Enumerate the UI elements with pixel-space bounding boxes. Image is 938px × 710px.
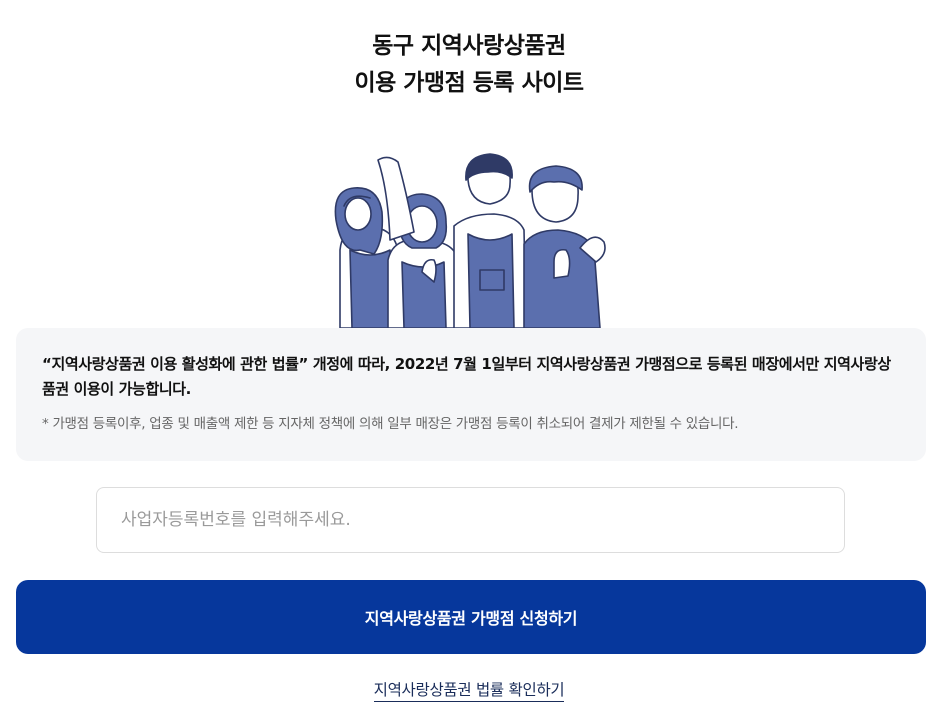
law-link-container: 지역사랑상품권 법률 확인하기 bbox=[0, 678, 938, 702]
page-title-line1: 동구 지역사랑상품권 bbox=[372, 33, 566, 59]
business-number-input[interactable] bbox=[96, 487, 845, 553]
notice-main-text: “지역사랑상품권 이용 활성화에 관한 법률” 개정에 따라, 2022년 7월… bbox=[42, 355, 891, 398]
apply-merchant-button[interactable]: 지역사랑상품권 가맹점 신청하기 bbox=[16, 580, 926, 654]
page-title: 동구 지역사랑상품권 이용 가맹점 등록 사이트 bbox=[0, 28, 938, 102]
notice-box: “지역사랑상품권 이용 활성화에 관한 법률” 개정에 따라, 2022년 7월… bbox=[16, 328, 926, 461]
notice-sub-text: * 가맹점 등록이후, 업종 및 매출액 제한 등 지자체 정책에 의해 일부 … bbox=[42, 416, 739, 432]
four-people-illustration bbox=[334, 153, 606, 328]
law-link[interactable]: 지역사랑상품권 법률 확인하기 bbox=[373, 681, 565, 702]
page-title-line2: 이용 가맹점 등록 사이트 bbox=[354, 70, 584, 96]
